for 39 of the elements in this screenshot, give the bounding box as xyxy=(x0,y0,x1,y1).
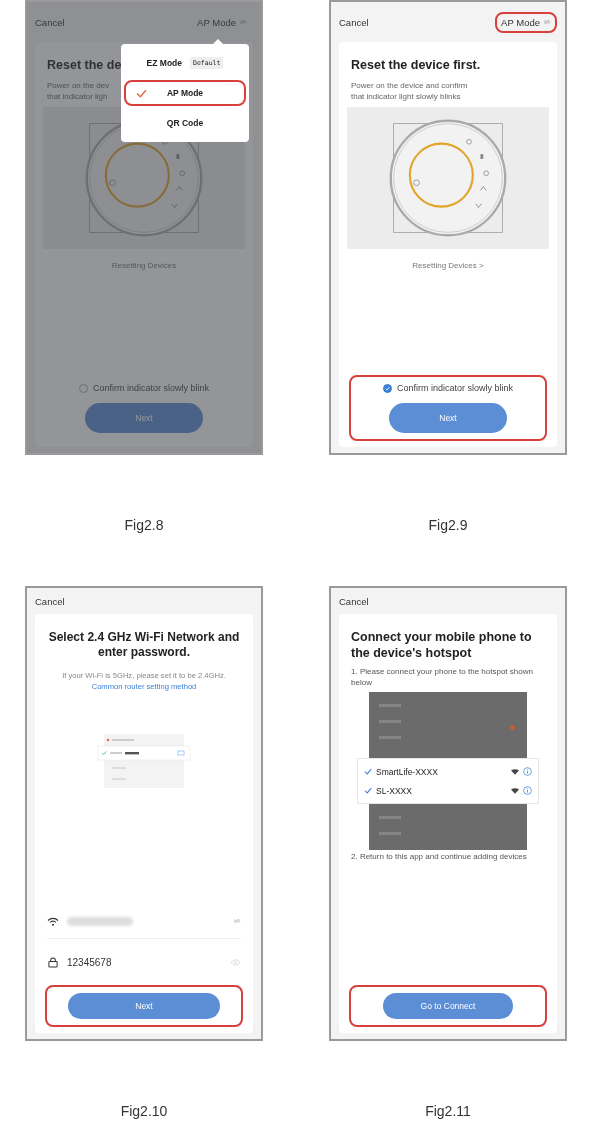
figure-caption: Fig2.11 xyxy=(425,1103,471,1119)
description-line: that indicator light slowly blinks xyxy=(351,91,461,103)
menu-item[interactable]: AP Mode xyxy=(124,80,246,106)
description-line: Power on the device and confirm xyxy=(351,79,468,92)
network-item[interactable]: SL-XXXX xyxy=(364,781,532,801)
confirm-checkbox[interactable]: Confirm indicator slowly blink xyxy=(78,383,209,393)
cancel-link[interactable]: Cancel xyxy=(339,16,369,28)
wifi-icon xyxy=(511,768,519,775)
cancel-link[interactable]: Cancel xyxy=(35,16,65,28)
lock-icon xyxy=(47,956,59,968)
screen-title: Select 2.4 GHz Wi-Fi Network and enter password. xyxy=(47,630,241,660)
wifi-icon xyxy=(47,915,59,927)
menu-item[interactable]: QR Code xyxy=(124,110,246,136)
info-icon[interactable] xyxy=(523,767,532,777)
confirm-checkbox[interactable]: Confirm indicator slowly blink xyxy=(382,383,513,393)
info-icon[interactable] xyxy=(523,786,532,796)
eye-icon[interactable] xyxy=(230,958,241,966)
swap-icon xyxy=(543,19,551,25)
figure-caption: Fig2.9 xyxy=(428,517,468,533)
swap-icon xyxy=(239,19,247,25)
check-icon xyxy=(136,88,147,98)
screen-title: Connect your mobile phone to the device's hotspot xyxy=(351,630,533,662)
step-text: 2. Return to this app and continue adding devices xyxy=(351,852,528,863)
cancel-link[interactable]: Cancel xyxy=(35,595,65,607)
mode-switch[interactable]: AP Mode xyxy=(191,11,253,33)
blurred-network-name xyxy=(67,916,133,926)
figure-caption: Fig2.10 xyxy=(120,1103,168,1119)
network-item[interactable]: SmartLife-XXXX xyxy=(364,762,532,782)
screen-title: Reset the device first. xyxy=(351,58,481,74)
wifi-icon xyxy=(511,787,519,794)
mode-switch[interactable]: AP Mode xyxy=(495,11,557,33)
figure-caption: Fig2.8 xyxy=(124,517,164,533)
screen-title: Reset the de xyxy=(47,58,122,74)
cancel-link[interactable]: Cancel xyxy=(339,595,369,607)
checkbox-icon[interactable] xyxy=(382,383,392,393)
password-field[interactable]: 12345678 xyxy=(47,945,241,979)
resetting-devices-link[interactable]: Resetting Devices > xyxy=(412,260,484,270)
step-text: 1. Please connect your phone to the hotspot shown below xyxy=(351,667,534,689)
swap-icon[interactable] xyxy=(233,918,241,924)
